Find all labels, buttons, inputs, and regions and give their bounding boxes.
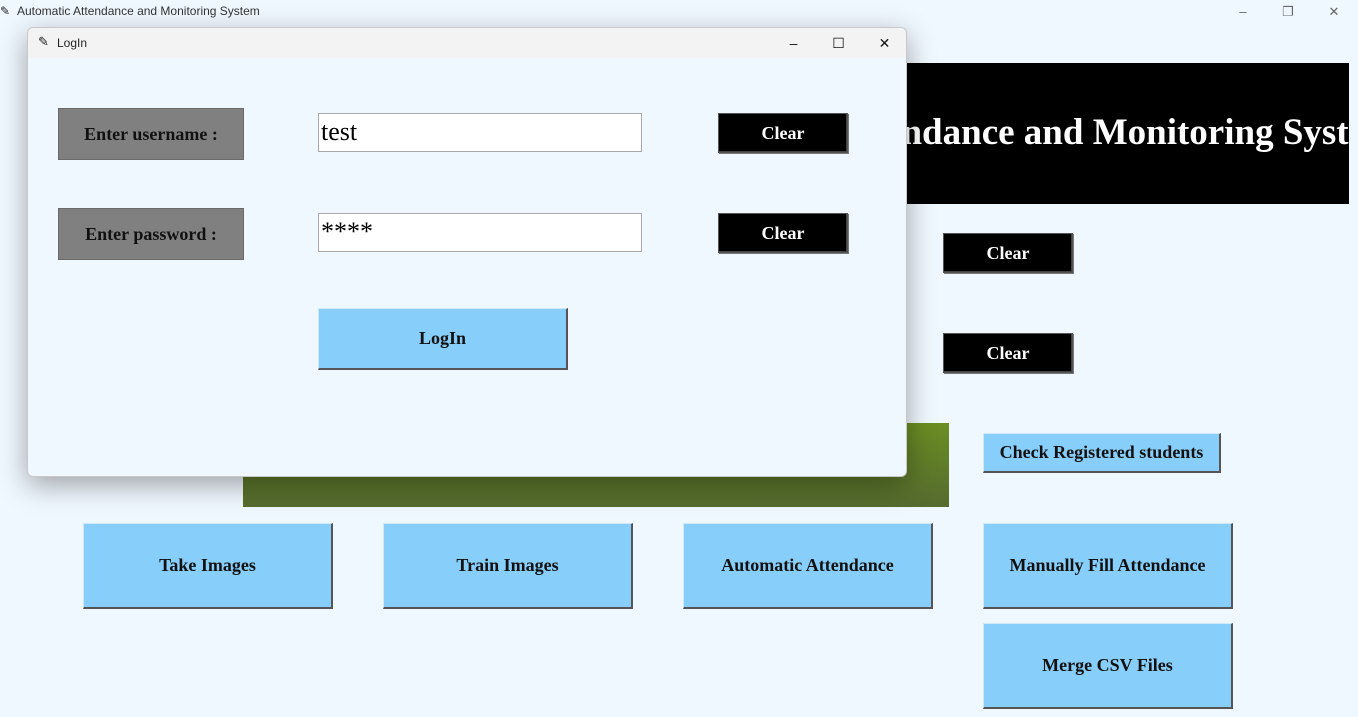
train-images-button[interactable]: Train Images bbox=[383, 523, 633, 609]
take-images-button[interactable]: Take Images bbox=[83, 523, 333, 609]
username-label: Enter username : bbox=[58, 108, 244, 160]
username-input[interactable]: test bbox=[318, 113, 642, 152]
merge-csv-files-button[interactable]: Merge CSV Files bbox=[983, 623, 1233, 709]
feather-icon: ✎ bbox=[0, 4, 11, 18]
minimize-icon[interactable]: – bbox=[771, 28, 816, 58]
password-input[interactable]: **** bbox=[318, 213, 642, 252]
clear-button-main-1[interactable]: Clear bbox=[943, 233, 1073, 273]
close-icon[interactable]: ✕ bbox=[862, 28, 906, 58]
close-icon[interactable]: ✕ bbox=[1311, 0, 1357, 23]
main-window-title: Automatic Attendance and Monitoring Syst… bbox=[17, 4, 260, 18]
banner-title: Automatic Attendance and Monitoring Syst… bbox=[880, 112, 1349, 153]
check-registered-students-button[interactable]: Check Registered students bbox=[983, 433, 1221, 473]
login-dialog: ✎ LogIn – ☐ ✕ Enter username : test Clea… bbox=[27, 27, 907, 477]
automatic-attendance-button[interactable]: Automatic Attendance bbox=[683, 523, 933, 609]
minimize-icon[interactable]: – bbox=[1220, 0, 1266, 23]
title-banner: Automatic Attendance and Monitoring Syst… bbox=[880, 63, 1349, 204]
clear-button-main-2[interactable]: Clear bbox=[943, 333, 1073, 373]
manually-fill-attendance-button[interactable]: Manually Fill Attendance bbox=[983, 523, 1233, 609]
clear-username-button[interactable]: Clear bbox=[718, 113, 848, 153]
login-dialog-title: LogIn bbox=[57, 36, 88, 50]
main-title-bar: ✎ Automatic Attendance and Monitoring Sy… bbox=[0, 0, 1358, 23]
login-button[interactable]: LogIn bbox=[318, 308, 568, 370]
maximize-icon[interactable]: ☐ bbox=[816, 28, 861, 58]
password-label: Enter password : bbox=[58, 208, 244, 260]
feather-icon: ✎ bbox=[38, 34, 49, 49]
restore-icon[interactable]: ❐ bbox=[1265, 0, 1311, 23]
login-title-bar: ✎ LogIn – ☐ ✕ bbox=[28, 28, 906, 58]
clear-password-button[interactable]: Clear bbox=[718, 213, 848, 253]
